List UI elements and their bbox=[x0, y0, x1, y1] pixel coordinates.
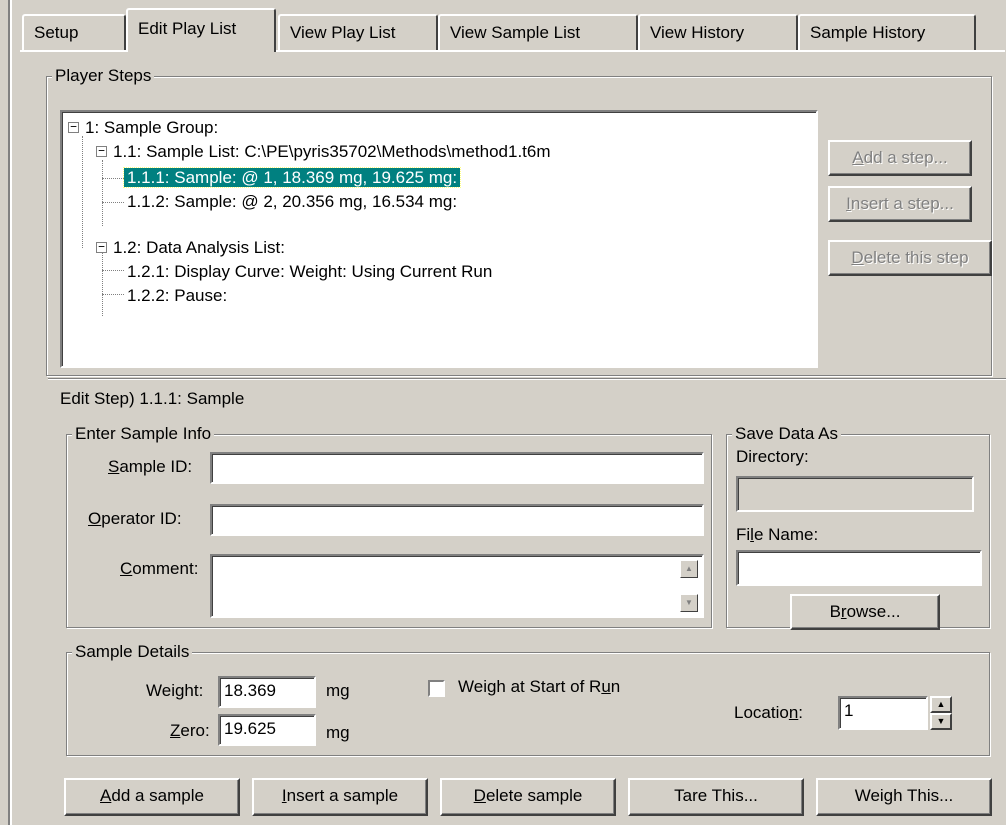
browse-button[interactable]: Browse... bbox=[790, 594, 940, 630]
scroll-up-icon[interactable]: ▲ bbox=[680, 560, 698, 578]
weigh-this-button[interactable]: Weigh This... bbox=[816, 778, 992, 816]
spin-up-icon[interactable]: ▲ bbox=[930, 696, 952, 713]
zero-value: 19.625 bbox=[224, 719, 276, 738]
insert-sample-button[interactable]: Insert a sample bbox=[252, 778, 428, 816]
tab-view-history[interactable]: View History bbox=[638, 14, 798, 50]
comment-label: Comment: bbox=[120, 559, 199, 578]
add-sample-button[interactable]: Add a sample bbox=[64, 778, 240, 816]
file-name-label: File Name: bbox=[736, 525, 819, 544]
player-steps-title: Player Steps bbox=[52, 66, 155, 86]
tree-item-sample-2[interactable]: 1.1.2: Sample: @ 2, 20.356 mg, 16.534 mg… bbox=[124, 190, 460, 214]
comment-textarea[interactable]: ▲ ▼ bbox=[210, 554, 704, 618]
tree-connector bbox=[102, 160, 103, 226]
tab-label: Edit Play List bbox=[138, 19, 237, 38]
operator-id-label: Operator ID: bbox=[88, 509, 182, 528]
tab-view-play-list[interactable]: View Play List bbox=[278, 14, 438, 50]
sample-id-input[interactable] bbox=[210, 452, 704, 484]
directory-label: Directory: bbox=[736, 447, 809, 466]
scroll-down-icon[interactable]: ▼ bbox=[680, 594, 698, 612]
tree-connector bbox=[102, 270, 124, 271]
save-data-title: Save Data As bbox=[732, 424, 842, 444]
tree-item-sample-1[interactable]: 1.1.1: Sample: @ 1, 18.369 mg, 19.625 mg… bbox=[122, 166, 462, 190]
tree-item-sample-group[interactable]: 1: Sample Group: bbox=[82, 116, 221, 140]
insert-step-button[interactable]: Insert a step... bbox=[828, 186, 972, 222]
weight-input[interactable]: 18.369 bbox=[218, 676, 316, 708]
tree-item-data-analysis-list[interactable]: 1.2: Data Analysis List: bbox=[110, 236, 288, 260]
weight-value: 18.369 bbox=[224, 681, 276, 700]
weigh-start-checkbox[interactable] bbox=[428, 680, 445, 697]
tree-item-label: 1.2: Data Analysis List: bbox=[113, 238, 285, 257]
weight-label: Weight: bbox=[146, 681, 204, 700]
location-value: 1 bbox=[844, 701, 854, 720]
tree-connector bbox=[102, 202, 124, 203]
collapse-icon[interactable]: − bbox=[68, 121, 79, 133]
tree-connector bbox=[102, 178, 124, 179]
tree-item-label: 1.1.1: Sample: @ 1, 18.369 mg, 19.625 mg… bbox=[122, 167, 462, 188]
tree-item-label: 1.2.1: Display Curve: Weight: Using Curr… bbox=[127, 262, 493, 281]
tree-connector bbox=[102, 294, 124, 295]
collapse-icon[interactable]: − bbox=[96, 145, 107, 157]
edit-step-title: Edit Step) 1.1.1: Sample bbox=[60, 389, 245, 408]
location-input[interactable]: 1 bbox=[838, 696, 928, 730]
tree-connector bbox=[82, 136, 83, 248]
section-divider bbox=[48, 378, 1006, 379]
delete-sample-button[interactable]: Delete sample bbox=[440, 778, 616, 816]
tab-view-sample-list[interactable]: View Sample List bbox=[438, 14, 638, 50]
tab-label: View Sample List bbox=[450, 23, 581, 42]
add-step-button[interactable]: Add a step... bbox=[828, 140, 972, 176]
tree-item-sample-list[interactable]: 1.1: Sample List: C:\PE\pyris35702\Metho… bbox=[110, 140, 554, 164]
sample-details-title: Sample Details bbox=[72, 642, 193, 662]
operator-id-input[interactable] bbox=[210, 504, 704, 536]
window-left-edge bbox=[0, 0, 14, 825]
tree-item-label: 1: Sample Group: bbox=[85, 118, 219, 137]
zero-input[interactable]: 19.625 bbox=[218, 714, 316, 746]
directory-field bbox=[736, 476, 974, 512]
player-steps-tree[interactable]: − 1: Sample Group: − 1.1: Sample List: C… bbox=[60, 110, 818, 368]
tab-edit-play-list[interactable]: Edit Play List bbox=[126, 8, 276, 52]
tree-item-label: 1.1.2: Sample: @ 2, 20.356 mg, 16.534 mg… bbox=[127, 192, 458, 211]
delete-step-button[interactable]: Delete this step bbox=[828, 240, 992, 276]
tree-item-label: 1.1: Sample List: C:\PE\pyris35702\Metho… bbox=[113, 142, 551, 161]
file-name-input[interactable] bbox=[736, 550, 982, 586]
tab-label: Setup bbox=[34, 23, 79, 42]
tab-label: View History bbox=[650, 23, 745, 42]
collapse-icon[interactable]: − bbox=[96, 241, 107, 253]
tab-label: View Play List bbox=[290, 23, 396, 42]
weight-unit: mg bbox=[326, 681, 350, 700]
sample-info-title: Enter Sample Info bbox=[72, 424, 215, 444]
tree-item-display-curve[interactable]: 1.2.1: Display Curve: Weight: Using Curr… bbox=[124, 260, 495, 284]
location-label: Location: bbox=[734, 703, 804, 722]
zero-unit: mg bbox=[326, 723, 350, 742]
spin-down-icon[interactable]: ▼ bbox=[930, 713, 952, 730]
sample-id-label: Sample ID: bbox=[108, 457, 193, 476]
tab-setup[interactable]: Setup bbox=[22, 14, 126, 50]
tare-this-button[interactable]: Tare This... bbox=[628, 778, 804, 816]
tab-label: Sample History bbox=[810, 23, 926, 42]
tree-connector bbox=[102, 252, 103, 316]
tree-item-pause[interactable]: 1.2.2: Pause: bbox=[124, 284, 230, 308]
tree-item-label: 1.2.2: Pause: bbox=[127, 286, 228, 305]
weigh-start-label[interactable]: Weigh at Start of Run bbox=[458, 676, 620, 698]
tab-sample-history[interactable]: Sample History bbox=[798, 14, 976, 50]
zero-label: Zero: bbox=[170, 721, 210, 740]
